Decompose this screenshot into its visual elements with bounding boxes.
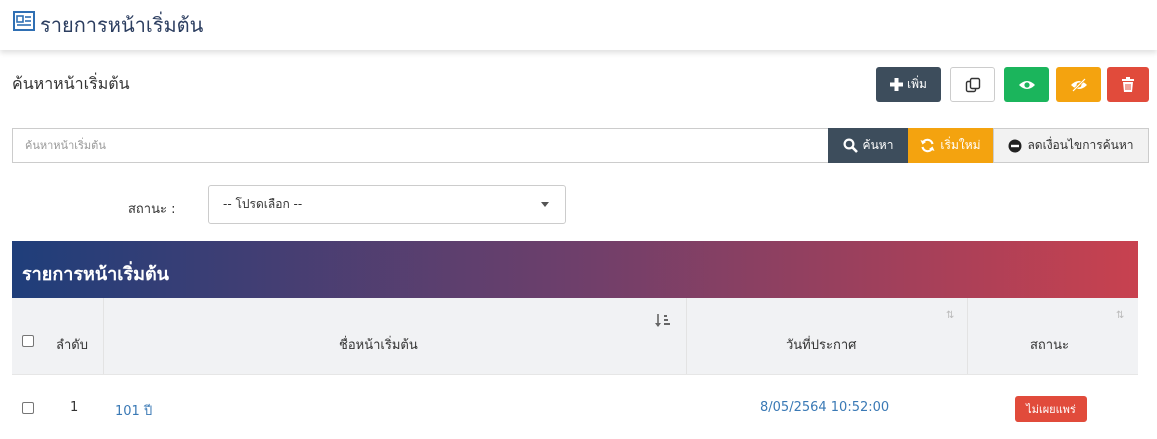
search-button-label: ค้นหา xyxy=(862,138,894,152)
column-header-order[interactable]: ลำดับ xyxy=(56,334,88,355)
page-title: รายการหน้าเริ่มต้น xyxy=(40,13,204,37)
eye-slash-icon xyxy=(1070,77,1087,92)
copy-icon xyxy=(965,77,980,92)
row-name-link[interactable]: 101 ปี xyxy=(115,400,152,421)
status-select-value: -- โปรดเลือก -- xyxy=(223,197,303,211)
table-header xyxy=(12,298,1138,374)
row-checkbox[interactable] xyxy=(22,402,34,414)
select-all-checkbox[interactable] xyxy=(22,335,34,347)
reset-button-label: เริ่มใหม่ xyxy=(940,138,981,152)
page-header: รายการหน้าเริ่มต้น xyxy=(0,0,1157,50)
trash-icon xyxy=(1122,77,1134,92)
column-header-name[interactable]: ชื่อหน้าเริ่มต้น xyxy=(339,334,418,355)
search-icon xyxy=(843,138,858,153)
sort-icon[interactable]: ⇅ xyxy=(1116,310,1124,321)
chevron-down-icon xyxy=(541,202,549,207)
reduce-filter-button[interactable]: ลดเงื่อนไขการค้นหา xyxy=(993,128,1149,163)
sort-icon[interactable]: ⇅ xyxy=(946,310,954,321)
sort-alpha-down-icon[interactable] xyxy=(655,314,671,328)
reset-button[interactable]: เริ่มใหม่ xyxy=(908,128,993,163)
search-input[interactable] xyxy=(12,128,828,163)
reduce-filter-label: ลดเงื่อนไขการค้นหา xyxy=(1027,138,1134,152)
add-button[interactable]: เพิ่ม xyxy=(876,67,941,102)
search-button[interactable]: ค้นหา xyxy=(828,128,908,163)
row-date-link[interactable]: 8/05/2564 10:52:00 xyxy=(760,400,889,415)
show-button[interactable] xyxy=(1004,67,1049,102)
table-panel-title: รายการหน้าเริ่มต้น xyxy=(12,241,1138,298)
list-box-icon xyxy=(13,11,35,31)
status-badge[interactable]: ไม่เผยแพร่ xyxy=(1015,396,1087,422)
refresh-icon xyxy=(920,138,935,153)
copy-button[interactable] xyxy=(950,67,995,102)
search-section-title: ค้นหาหน้าเริ่มต้น xyxy=(12,74,130,93)
minus-circle-icon xyxy=(1008,139,1022,152)
add-button-label: เพิ่ม xyxy=(907,77,927,91)
status-select[interactable]: -- โปรดเลือก -- xyxy=(208,185,566,224)
plus-icon xyxy=(890,78,904,91)
column-header-status[interactable]: สถานะ xyxy=(1030,334,1069,355)
row-order: 1 xyxy=(70,400,79,415)
delete-button[interactable] xyxy=(1107,67,1149,102)
table-row xyxy=(12,374,1138,439)
hide-button[interactable] xyxy=(1056,67,1101,102)
eye-icon xyxy=(1018,80,1035,89)
column-header-date[interactable]: วันที่ประกาศ xyxy=(786,334,856,355)
status-filter-label: สถานะ : xyxy=(128,202,176,217)
